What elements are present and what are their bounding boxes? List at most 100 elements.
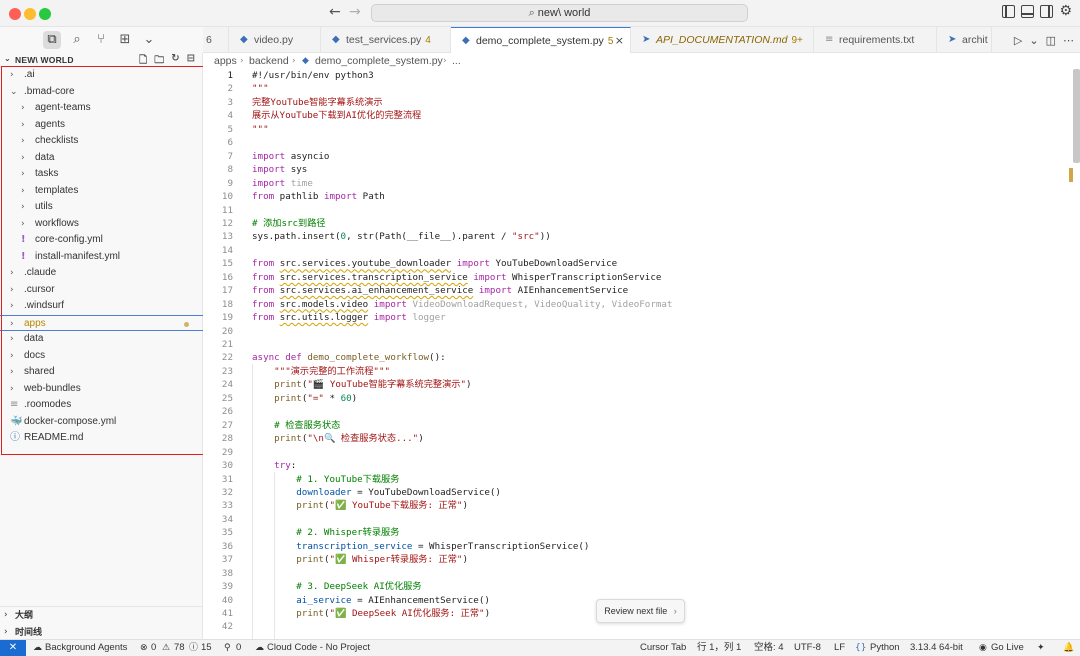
editor-tab[interactable]: ➤ API_DOCUMENTATION.md 9+ [631, 27, 814, 53]
chevron-down-icon[interactable]: ⌄ [140, 31, 158, 49]
language-mode[interactable]: Python [870, 640, 900, 656]
tree-item-label: templates [35, 184, 79, 196]
background-agents[interactable]: Background Agents [45, 640, 127, 656]
search-icon[interactable]: ⌕ [68, 31, 86, 49]
review-next-file-button[interactable]: Review next file › [596, 599, 685, 623]
vertical-scrollbar[interactable] [1073, 69, 1080, 163]
toggle-panel-icon[interactable] [1021, 5, 1035, 18]
outline-section[interactable]: › 大纲 [0, 607, 203, 624]
tree-item[interactable]: › .cursor [0, 282, 203, 299]
tree-item[interactable]: ⓘ README.md [0, 430, 203, 447]
breadcrumb-item[interactable]: demo_complete_system.py [315, 53, 443, 69]
bell-icon[interactable]: 🔔 [1063, 640, 1074, 656]
warning-count[interactable]: 78 [174, 640, 185, 656]
close-window-button[interactable] [9, 8, 21, 20]
outline-label: 大纲 [15, 610, 34, 620]
tree-item-label: .bmad-core [24, 85, 75, 97]
tree-item-label: data [24, 333, 44, 344]
ports-count[interactable]: 0 [236, 640, 241, 656]
run-icon[interactable]: ▷ [1014, 34, 1022, 47]
tree-item[interactable]: › data [0, 150, 203, 167]
encoding[interactable]: UTF-8 [794, 640, 821, 656]
tree-item[interactable]: › tasks [0, 166, 203, 183]
explorer-header[interactable]: ⌄ NEW\ WORLD 🗋 🗀 ↻ ⊟ [0, 53, 203, 67]
code-line: 20 [203, 325, 1073, 339]
error-count[interactable]: 0 [151, 640, 156, 656]
tree-item[interactable]: ! install-manifest.yml [0, 249, 203, 266]
tree-item[interactable]: ! core-config.yml [0, 232, 203, 249]
breadcrumb-item[interactable]: ... [452, 53, 461, 69]
line-number: 13 [221, 231, 233, 243]
tree-item[interactable]: › docs [0, 348, 203, 365]
code-token: = AIEnhancementService() [351, 594, 490, 606]
minimize-window-button[interactable] [24, 8, 36, 20]
tree-item[interactable]: › .ai [0, 67, 203, 84]
chevron-right-icon: › [10, 350, 14, 361]
command-center-search[interactable]: ⌕ new\ world [371, 4, 748, 22]
tree-item[interactable]: › data [0, 331, 203, 348]
forward-arrow-icon[interactable]: → [349, 4, 361, 20]
editor-tab[interactable]: 6 [203, 27, 229, 53]
tree-item[interactable]: › utils [0, 199, 203, 216]
python-interpreter[interactable]: 3.13.4 64-bit [910, 640, 963, 656]
editor-tab[interactable]: ◆ video.py [229, 27, 321, 53]
tree-item[interactable]: ⌄ .bmad-core [0, 84, 203, 101]
extensions-icon[interactable]: ⊞ [116, 31, 134, 49]
gear-icon[interactable]: ⚙ [1059, 4, 1072, 21]
tree-item[interactable]: › shared [0, 364, 203, 381]
more-actions-icon[interactable]: ⋯ [1063, 34, 1074, 47]
tree-item[interactable]: › agents [0, 117, 203, 134]
line-number: 34 [221, 513, 233, 525]
tree-item[interactable]: › .windsurf [0, 298, 203, 315]
tree-item-label: .windsurf [24, 300, 65, 311]
tree-item[interactable]: › agent-teams [0, 100, 203, 117]
breadcrumb-item[interactable]: apps [214, 53, 237, 69]
tree-item-label: install-manifest.yml [35, 250, 121, 262]
toggle-secondary-sidebar-icon[interactable] [1040, 5, 1054, 18]
code-token: # 1. YouTube下载服务 [296, 473, 400, 485]
code-token: ) [484, 608, 491, 619]
info-count[interactable]: 15 [201, 640, 212, 656]
tree-item[interactable]: 🐳 docker-compose.yml [0, 414, 203, 431]
back-arrow-icon[interactable]: ← [329, 4, 341, 20]
sparkle-icon[interactable]: ✦ [1037, 640, 1045, 656]
indentation[interactable]: 空格: 4 [754, 640, 784, 656]
breadcrumb-item[interactable]: backend [249, 53, 289, 69]
toggle-primary-sidebar-icon[interactable] [1002, 5, 1016, 18]
split-editor-icon[interactable]: ◫ [1046, 34, 1056, 47]
code-line: 12 # 添加src到路径 [203, 217, 1073, 231]
tree-item[interactable]: › web-bundles [0, 381, 203, 398]
tree-item[interactable]: › apps [0, 314, 203, 331]
editor-tab[interactable]: ➤ archit [937, 27, 992, 53]
tree-item[interactable]: › .claude [0, 265, 203, 282]
go-live-button[interactable]: Go Live [991, 640, 1024, 656]
tree-item[interactable]: › checklists [0, 133, 203, 150]
tree-item[interactable]: ≡ .roomodes [0, 397, 203, 414]
code-token: 展示从YouTube下载到AI优化的完整流程 [252, 110, 422, 122]
code-line: 13 sys.path.insert(0, str(Path(__file__).… [203, 230, 1073, 244]
maximize-window-button[interactable] [39, 8, 51, 20]
explorer-icon[interactable]: ⧉ [43, 31, 61, 49]
editor-tab[interactable]: ◆ demo_complete_system.py 5 × [451, 27, 631, 53]
editor-tab[interactable]: ≡ requirements.txt [814, 27, 937, 53]
cursor-tab-status[interactable]: Cursor Tab [640, 640, 686, 656]
code-token: (): [429, 352, 446, 364]
remote-icon[interactable]: ✕ [0, 640, 26, 656]
cursor-position[interactable]: 行 1，列 1 [697, 640, 741, 656]
code-editor[interactable]: 1 #!/usr/bin/env python3 2 """ 3 完整YouTube智能字… [203, 69, 1073, 639]
editor-tab[interactable]: ◆ test_services.py 4 [321, 27, 451, 53]
line-number: 36 [221, 540, 233, 552]
tree-item[interactable]: › templates [0, 183, 203, 200]
code-text: print("✅ YouTube下载服务: 正常") [252, 499, 468, 513]
close-icon[interactable]: × [615, 28, 624, 54]
code-token: print [274, 433, 302, 445]
code-text: ai_service = AIEnhancementService() [252, 594, 490, 608]
chevron-right-icon: › [10, 70, 14, 80]
tree-item[interactable]: › workflows [0, 216, 203, 233]
line-ending[interactable]: LF [834, 640, 845, 656]
chevron-down-icon[interactable]: ⌄ [1029, 34, 1038, 47]
source-control-icon[interactable]: ⑂ [92, 31, 110, 49]
cloud-code-status[interactable]: Cloud Code - No Project [267, 640, 370, 656]
